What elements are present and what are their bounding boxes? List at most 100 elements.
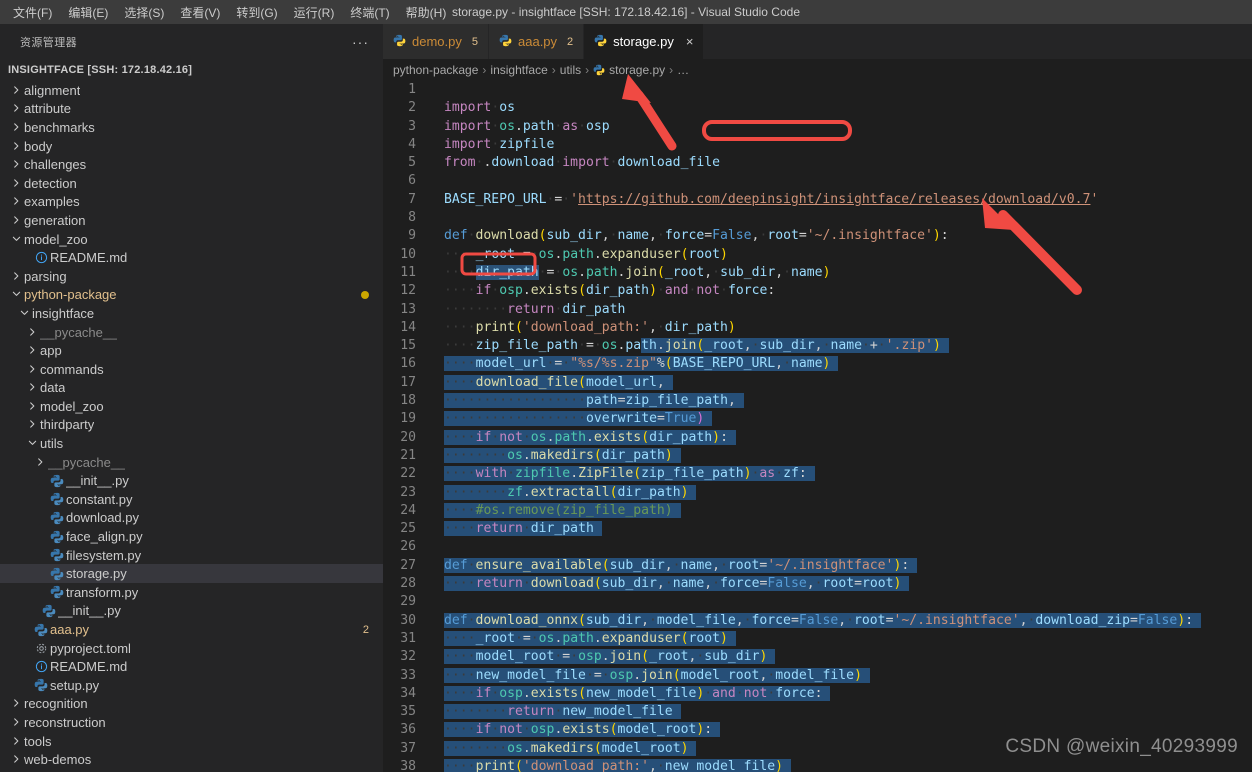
menu-terminal[interactable]: 终端(T) [343,2,396,23]
code-line[interactable]: 10 ····_root·=·os.path.expanduser(root) [383,246,1252,264]
tree-item-attribute[interactable]: attribute [0,100,383,119]
menu-go[interactable]: 转到(G) [229,2,284,23]
chevron-down-icon[interactable] [8,234,24,243]
menu-edit[interactable]: 编辑(E) [61,2,115,23]
tree-item-insightface[interactable]: insightface [0,304,383,323]
chevron-right-icon[interactable] [8,122,24,131]
tree-item-filesystem-py[interactable]: filesystem.py [0,546,383,565]
code-line[interactable]: 1 [383,81,1252,99]
chevron-right-icon[interactable] [24,346,40,355]
tree-item-face-align-py[interactable]: face_align.py [0,527,383,546]
chevron-right-icon[interactable] [8,736,24,745]
code-line[interactable]: 8 [383,209,1252,227]
code-line[interactable]: 23 ········zf.extractall(dir_path) [383,484,1252,502]
tab-demo-py[interactable]: demo.py 5 [383,24,489,59]
tree-item-readme-md[interactable]: README.md [0,248,383,267]
menu-view[interactable]: 查看(V) [173,2,227,23]
tree-item-reconstruction[interactable]: reconstruction [0,713,383,732]
tree-item-model-zoo[interactable]: model_zoo [0,397,383,416]
breadcrumb-item-symbol[interactable]: … [677,63,689,77]
code-line[interactable]: 17 ····download_file(model_url, [383,374,1252,392]
chevron-right-icon[interactable] [8,271,24,280]
tree-item-constant-py[interactable]: constant.py [0,490,383,509]
code-line[interactable]: 5 from·.download·import·download_file [383,154,1252,172]
tree-item-utils[interactable]: utils [0,434,383,453]
chevron-right-icon[interactable] [8,215,24,224]
chevron-right-icon[interactable] [8,160,24,169]
tree-item-commands[interactable]: commands [0,360,383,379]
code-line[interactable]: 21 ········os.makedirs(dir_path) [383,447,1252,465]
chevron-right-icon[interactable] [24,401,40,410]
tree-item-pyproject-toml[interactable]: pyproject.toml [0,639,383,658]
tree-item-aaa-py[interactable]: aaa.py 2 [0,620,383,639]
code-line[interactable]: 14 ····print('download_path:',·dir_path) [383,319,1252,337]
code-line[interactable]: 36 ····if·not·osp.exists(model_root): [383,721,1252,739]
code-line[interactable]: 7 BASE_REPO_URL·=·'https://github.com/dee… [383,191,1252,209]
code-line[interactable]: 35 ········return·new_model_file [383,703,1252,721]
chevron-right-icon[interactable] [8,755,24,764]
chevron-down-icon[interactable] [16,308,32,317]
code-line[interactable]: 4 import·zipfile [383,136,1252,154]
breadcrumb-item-python-package[interactable]: python-package [393,63,478,77]
chevron-down-icon[interactable] [24,439,40,448]
tree-item--pycache-[interactable]: __pycache__ [0,323,383,342]
tree-item-recognition[interactable]: recognition [0,695,383,714]
tree-item-app[interactable]: app [0,341,383,360]
code-line[interactable]: 24 ····#os.remove(zip_file_path) [383,502,1252,520]
menu-run[interactable]: 运行(R) [287,2,342,23]
tree-item-download-py[interactable]: download.py [0,509,383,528]
code-line[interactable]: 15 ····zip_file_path·=·os.path.join(_root… [383,337,1252,355]
tree-item--init-py[interactable]: __init__.py [0,602,383,621]
code-line[interactable]: 3 import·os.path·as·osp [383,118,1252,136]
file-tree[interactable]: alignment attribute benchmarks body challeng… [0,81,383,772]
code-line[interactable]: 38 ····print('download_path:',·new_model_… [383,758,1252,772]
code-line[interactable]: 29 [383,593,1252,611]
code-line[interactable]: 13 ········return·dir_path [383,301,1252,319]
chevron-right-icon[interactable] [8,85,24,94]
tree-item--init-py[interactable]: __init__.py [0,471,383,490]
tree-item-parsing[interactable]: parsing [0,267,383,286]
tree-item-examples[interactable]: examples [0,193,383,212]
code-line[interactable]: 19 ··················overwrite=True) [383,410,1252,428]
tree-item-body[interactable]: body [0,137,383,156]
chevron-right-icon[interactable] [8,104,24,113]
code-line[interactable]: 26 [383,538,1252,556]
code-line[interactable]: 2 import·os [383,99,1252,117]
breadcrumb-item-utils[interactable]: utils [560,63,581,77]
menu-selection[interactable]: 选择(S) [117,2,171,23]
tree-item-transform-py[interactable]: transform.py [0,583,383,602]
chevron-right-icon[interactable] [8,197,24,206]
code-line[interactable]: 32 ····model_root·=·osp.join(_root,·sub_d… [383,648,1252,666]
breadcrumb-item-insightface[interactable]: insightface [490,63,547,77]
tree-item-thirdparty[interactable]: thirdparty [0,416,383,435]
code-line[interactable]: 12 ····if·osp.exists(dir_path)·and·not·fo… [383,282,1252,300]
chevron-right-icon[interactable] [32,457,48,466]
menu-help[interactable]: 帮助(H) [399,2,454,23]
code-line[interactable]: 9 def·download(sub_dir,·name,·force=False… [383,227,1252,245]
code-line[interactable]: 18 ··················path=zip_file_path, [383,392,1252,410]
tree-item-detection[interactable]: detection [0,174,383,193]
code-line[interactable]: 27 def·ensure_available(sub_dir,·name,·ro… [383,557,1252,575]
code-line[interactable]: 30 def·download_onnx(sub_dir,·model_file,… [383,612,1252,630]
code-line[interactable]: 22 ····with·zipfile.ZipFile(zip_file_path… [383,465,1252,483]
code-line[interactable]: 28 ····return·download(sub_dir,·name,·for… [383,575,1252,593]
code-line[interactable]: 11 ····dir_path·=·os.path.join(_root,·sub… [383,264,1252,282]
code-line[interactable]: 33 ····new_model_file·=·osp.join(model_ro… [383,667,1252,685]
more-actions-icon[interactable]: ··· [352,35,369,49]
tree-item-storage-py[interactable]: storage.py [0,564,383,584]
chevron-down-icon[interactable] [8,290,24,299]
code-line[interactable]: 20 ····if·not·os.path.exists(dir_path): [383,429,1252,447]
chevron-right-icon[interactable] [8,717,24,726]
tree-item-generation[interactable]: generation [0,211,383,230]
tree-item-tools[interactable]: tools [0,732,383,751]
tree-item-setup-py[interactable]: setup.py [0,676,383,695]
close-icon[interactable]: × [686,35,694,48]
tree-item-data[interactable]: data [0,379,383,398]
chevron-right-icon[interactable] [24,327,40,336]
menu-file[interactable]: 文件(F) [6,2,59,23]
tree-item-alignment[interactable]: alignment [0,81,383,100]
tree-item-model-zoo[interactable]: model_zoo [0,230,383,249]
tree-item-readme-md[interactable]: README.md [0,657,383,676]
tree-item--pycache-[interactable]: __pycache__ [0,453,383,472]
code-line[interactable]: 37 ········os.makedirs(model_root) [383,740,1252,758]
